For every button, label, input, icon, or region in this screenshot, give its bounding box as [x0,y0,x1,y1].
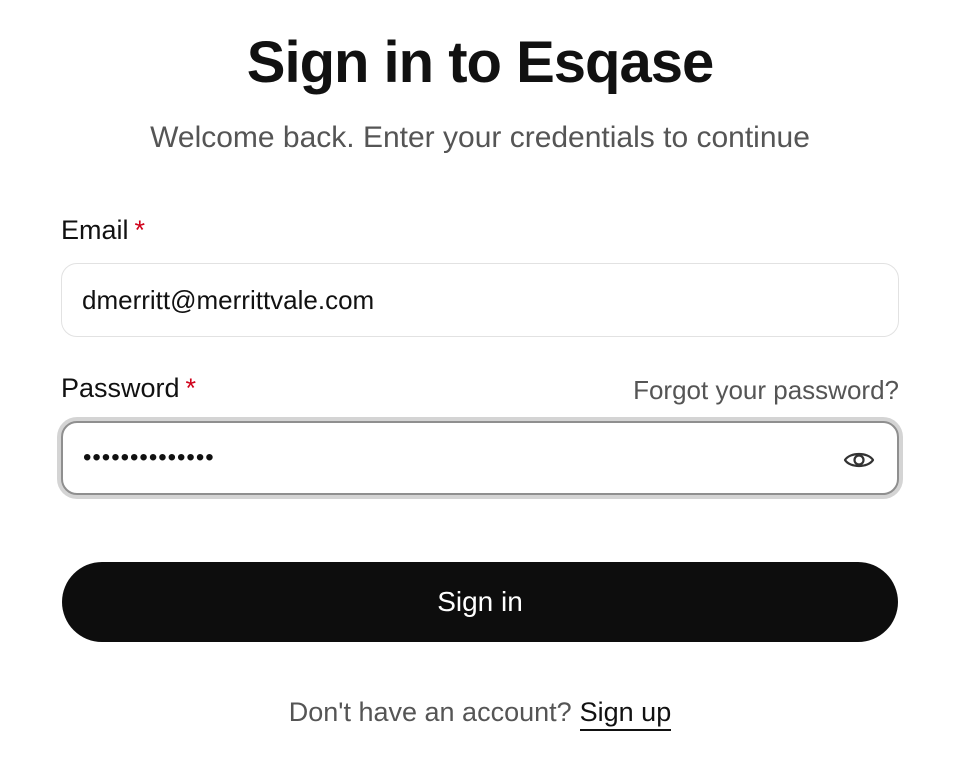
sign-up-link[interactable]: Sign up [579,697,672,731]
email-label: Email * [61,214,145,246]
password-field[interactable] [61,421,899,495]
email-field[interactable] [61,263,899,337]
page-subtitle: Welcome back. Enter your credentials to … [150,121,810,154]
signup-prompt: Don't have an account? Sign up [0,695,960,731]
password-required-mark: * [185,373,197,403]
password-label: Password * [61,372,196,404]
email-label-text: Email [61,215,129,245]
eye-icon[interactable] [843,444,875,476]
email-input[interactable] [82,264,822,336]
forgot-password-link[interactable]: Forgot your password? [633,374,899,406]
signup-prompt-text: Don't have an account? [288,697,572,727]
password-label-text: Password [61,373,180,403]
page-title: Sign in to Esqase [246,30,714,95]
email-required-mark: * [134,215,146,245]
sign-in-button[interactable]: Sign in [62,562,898,642]
password-input[interactable] [83,423,823,493]
